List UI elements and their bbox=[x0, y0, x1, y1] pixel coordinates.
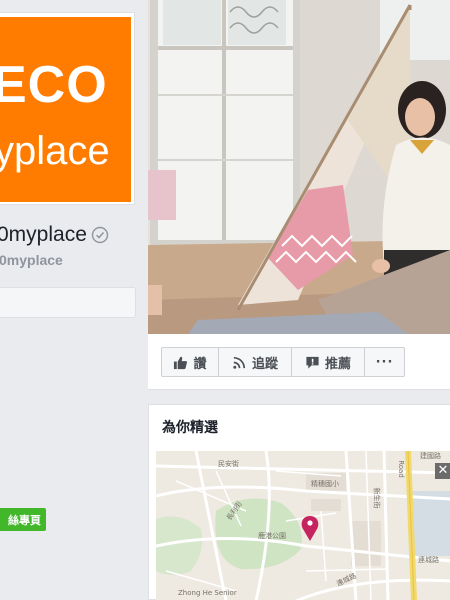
map-image bbox=[156, 451, 450, 600]
close-icon[interactable]: ✕ bbox=[435, 463, 450, 479]
map-label-street-bottom-right: 連城路 bbox=[418, 556, 439, 564]
page-logo: ECO yplace bbox=[0, 17, 131, 202]
page-username[interactable]: 0myplace bbox=[0, 252, 63, 268]
page-title-text[interactable]: 0myplace bbox=[0, 223, 87, 247]
page-title[interactable]: 0myplace bbox=[0, 223, 109, 247]
cover-photo[interactable] bbox=[148, 0, 450, 334]
page-action-bar: 讚 追蹤 推薦 ··· bbox=[148, 334, 450, 390]
cover-photo-image bbox=[148, 0, 450, 334]
follow-button[interactable]: 追蹤 bbox=[219, 347, 292, 377]
create-page-button[interactable]: 絲專頁 bbox=[0, 508, 46, 531]
more-ellipsis-icon: ··· bbox=[375, 354, 394, 370]
map-label-place-bottom: Zhong He Senior bbox=[178, 589, 237, 597]
recommend-label: 推薦 bbox=[324, 356, 351, 372]
map-label-street-right: 新生街 bbox=[372, 487, 381, 509]
map-label-park: 鹿港公園 bbox=[258, 532, 286, 540]
logo-text-top: ECO bbox=[0, 56, 108, 114]
featured-for-you-card: 為你精選 民安街 精穗國小 長利街 新生街 鹿港公園 Road 建國路 連城路 … bbox=[148, 404, 450, 600]
profile-picture-frame[interactable]: ECO yplace bbox=[0, 12, 135, 205]
map-label-street-top: 民安街 bbox=[218, 460, 239, 468]
map-label-school: 精穗國小 bbox=[311, 480, 339, 488]
follow-label: 追蹤 bbox=[251, 356, 278, 372]
side-nav-item[interactable] bbox=[0, 287, 136, 318]
featured-title: 為你精選 bbox=[162, 420, 218, 436]
more-options-button[interactable]: ··· bbox=[365, 347, 405, 377]
recommend-button[interactable]: 推薦 bbox=[292, 347, 365, 377]
verified-check-icon bbox=[91, 226, 109, 244]
like-label: 讚 bbox=[193, 356, 207, 372]
map-label-road-east: Road bbox=[396, 460, 405, 478]
recommend-speech-icon bbox=[306, 356, 319, 369]
logo-text-bottom: yplace bbox=[0, 129, 110, 173]
thumbs-up-icon bbox=[174, 356, 188, 369]
location-map[interactable]: 民安街 精穗國小 長利街 新生街 鹿港公園 Road 建國路 連城路 連城路 Z… bbox=[156, 451, 450, 600]
map-label-top-right: 建國路 bbox=[420, 452, 441, 460]
like-button[interactable]: 讚 bbox=[161, 347, 219, 377]
create-page-label: 絲專頁 bbox=[8, 513, 41, 527]
rss-icon bbox=[233, 356, 246, 369]
